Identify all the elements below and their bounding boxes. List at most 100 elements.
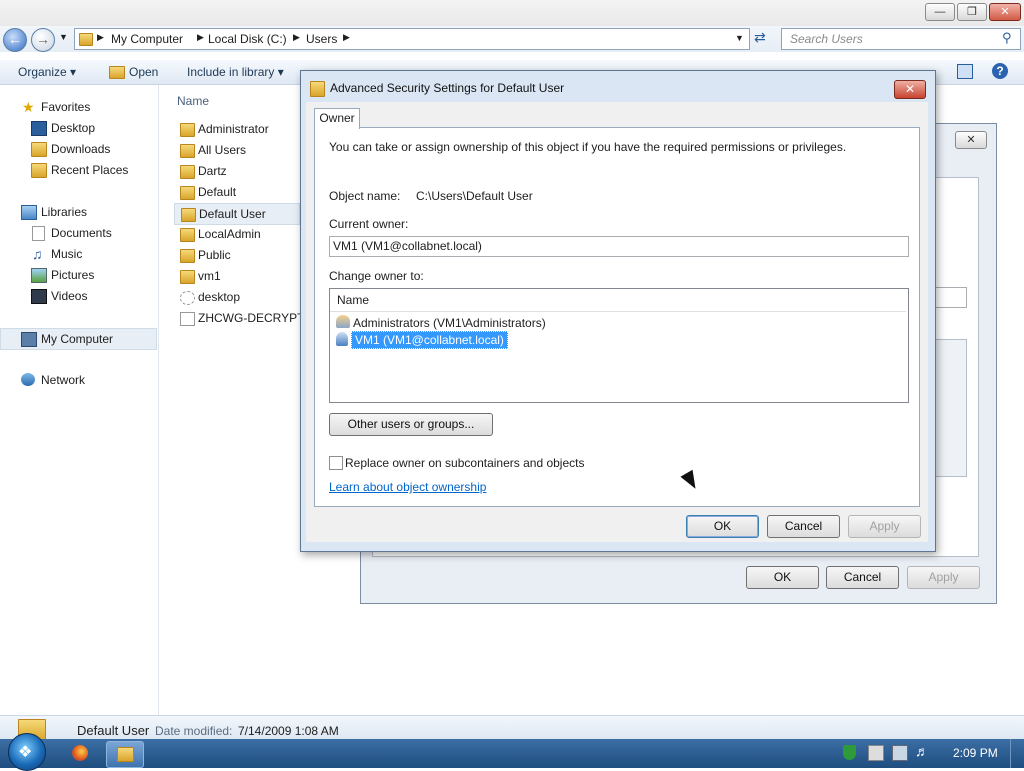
folder-icon xyxy=(79,33,93,46)
breadcrumb-my-computer[interactable]: My Computer xyxy=(111,32,183,46)
history-dropdown-icon[interactable]: ▼ xyxy=(59,32,68,42)
list-column-header[interactable]: Name xyxy=(330,289,906,312)
taskbar-explorer[interactable] xyxy=(106,741,144,768)
file-label: All Users xyxy=(198,143,247,157)
star-icon: ★ xyxy=(22,99,35,115)
taskbar-clock[interactable]: 2:09 PM xyxy=(953,746,998,760)
window-close-button[interactable]: ✕ xyxy=(989,3,1021,21)
search-icon[interactable]: ⚲ xyxy=(1002,30,1012,46)
file-item[interactable]: All Users xyxy=(174,140,298,160)
file-label: vm1 xyxy=(198,269,221,283)
file-label: Default xyxy=(198,185,237,199)
explorer-icon xyxy=(117,747,134,762)
nav-network[interactable]: Network xyxy=(0,370,158,390)
file-item[interactable]: Dartz xyxy=(174,161,298,181)
apply-button[interactable]: Apply xyxy=(848,515,921,538)
nav-recent-places[interactable]: Recent Places xyxy=(0,160,158,180)
desktop-icon xyxy=(31,121,47,136)
replace-owner-checkbox[interactable] xyxy=(329,456,343,470)
other-users-button[interactable]: Other users or groups... xyxy=(329,413,493,436)
help-icon[interactable]: ? xyxy=(992,63,1008,79)
background-dialog-close-button[interactable]: ✕ xyxy=(955,131,987,149)
breadcrumb-local-disk[interactable]: Local Disk (C:) xyxy=(208,32,287,46)
show-desktop-button[interactable] xyxy=(1010,739,1024,768)
nav-favorites[interactable]: ★ Favorites xyxy=(0,97,158,117)
taskbar: ❖ ♬ 2:09 PM xyxy=(0,733,1024,771)
include-label: Include in library xyxy=(187,65,275,79)
nav-desktop[interactable]: Desktop xyxy=(0,118,158,138)
back-button[interactable]: ← xyxy=(3,28,27,52)
nav-downloads[interactable]: Downloads xyxy=(0,139,158,159)
cancel-button[interactable]: Cancel xyxy=(767,515,840,538)
open-folder-icon xyxy=(109,66,125,79)
ok-button[interactable]: OK xyxy=(686,515,759,538)
windows-logo-icon: ❖ xyxy=(18,744,33,761)
organize-button[interactable]: Organize ▾ xyxy=(18,65,76,79)
back-arrow-icon: ← xyxy=(8,31,22,47)
organize-label: Organize xyxy=(18,65,67,79)
music-icon: ♫ xyxy=(32,246,43,262)
nav-label: Desktop xyxy=(51,121,96,135)
intro-text: You can take or assign ownership of this… xyxy=(329,140,847,154)
breadcrumb-separator-icon: ▶ xyxy=(343,32,350,42)
object-name-label: Object name: xyxy=(329,189,401,203)
minimize-button[interactable]: — xyxy=(925,3,955,21)
downloads-icon xyxy=(31,142,47,157)
search-placeholder: Search Users xyxy=(790,32,863,46)
nav-pictures[interactable]: Pictures xyxy=(0,265,158,285)
forward-arrow-icon: → xyxy=(36,31,50,47)
file-item[interactable]: ZHCWG-DECRYPT xyxy=(174,308,304,328)
address-dropdown-icon[interactable]: ▼ xyxy=(735,33,744,43)
network-tray-icon[interactable] xyxy=(892,745,908,761)
dialog-folder-icon xyxy=(310,81,325,97)
file-item[interactable]: vm1 xyxy=(174,266,298,286)
include-in-library-button[interactable]: Include in library ▾ xyxy=(187,65,284,79)
file-item[interactable]: desktop xyxy=(174,287,298,307)
volume-icon[interactable]: ♬ xyxy=(915,743,929,759)
current-owner-label: Current owner: xyxy=(329,217,409,231)
nav-libraries[interactable]: Libraries xyxy=(0,202,158,222)
forward-button[interactable]: → xyxy=(31,28,55,52)
taskbar-firefox[interactable] xyxy=(62,741,98,766)
start-button[interactable]: ❖ xyxy=(8,733,46,771)
learn-about-ownership-link[interactable]: Learn about object ownership xyxy=(329,480,486,494)
list-item-vm1[interactable]: VM1 (VM1@collabnet.local) xyxy=(334,331,508,349)
tab-owner[interactable]: Owner xyxy=(314,108,360,129)
user-icon xyxy=(336,332,348,346)
file-item[interactable]: Default xyxy=(174,182,298,202)
folder-icon xyxy=(180,228,195,242)
current-owner-field[interactable]: VM1 (VM1@collabnet.local) xyxy=(329,236,909,257)
nav-documents[interactable]: Documents xyxy=(0,223,158,243)
action-center-icon[interactable] xyxy=(868,745,884,761)
list-item-administrators[interactable]: Administrators (VM1\Administrators) xyxy=(334,314,546,331)
open-button[interactable]: Open xyxy=(129,65,158,79)
nav-label: Network xyxy=(41,373,86,387)
background-ok-button[interactable]: OK xyxy=(746,566,819,589)
background-cancel-button[interactable]: Cancel xyxy=(826,566,899,589)
maximize-button[interactable]: ❐ xyxy=(957,3,987,21)
libraries-icon xyxy=(21,205,37,220)
preview-pane-icon[interactable] xyxy=(957,64,973,79)
nav-music[interactable]: ♫ Music xyxy=(0,244,158,264)
security-shield-icon[interactable] xyxy=(843,745,856,760)
file-label: Public xyxy=(198,248,231,262)
window-titlebar xyxy=(0,0,1024,26)
address-bar[interactable]: ▶ My Computer ▶ Local Disk (C:) ▶ Users … xyxy=(74,28,750,50)
documents-icon xyxy=(32,226,45,241)
file-item[interactable]: LocalAdmin xyxy=(174,224,298,244)
nav-videos[interactable]: Videos xyxy=(0,286,158,306)
file-item[interactable]: Administrator xyxy=(174,119,298,139)
breadcrumb-users[interactable]: Users xyxy=(306,32,337,46)
file-item[interactable]: Public xyxy=(174,245,298,265)
locked-folder-icon xyxy=(181,208,196,222)
refresh-icon[interactable]: ⇄ xyxy=(754,29,766,46)
settings-file-icon xyxy=(180,291,195,305)
background-apply-button[interactable]: Apply xyxy=(907,566,980,589)
dialog-close-button[interactable]: ✕ xyxy=(894,80,926,99)
nav-my-computer[interactable]: My Computer xyxy=(0,328,157,350)
column-header-name[interactable]: Name xyxy=(177,94,209,108)
change-owner-label: Change owner to: xyxy=(329,269,424,283)
search-input[interactable]: Search Users ⚲ xyxy=(781,28,1021,50)
close-icon: ✕ xyxy=(904,82,916,96)
file-item-selected[interactable]: Default User xyxy=(174,203,300,225)
